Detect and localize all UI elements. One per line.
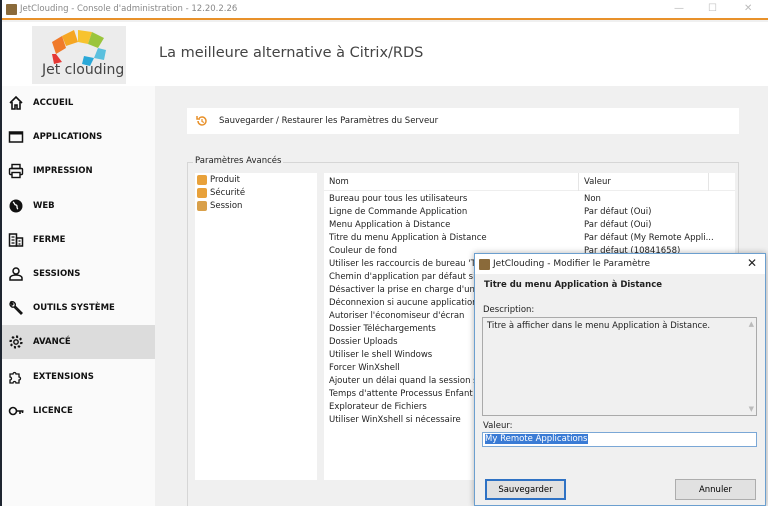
- home-icon: [9, 95, 23, 110]
- puzzle-icon: [9, 371, 22, 384]
- sidebar-item-impression[interactable]: IMPRESSION: [2, 154, 155, 188]
- building-icon: [8, 233, 24, 247]
- close-icon[interactable]: ✕: [747, 256, 757, 270]
- cancel-button[interactable]: Annuler: [675, 479, 756, 500]
- setting-value: Non: [584, 194, 601, 204]
- wrench-icon: [9, 300, 23, 316]
- column-header-value[interactable]: Valeur: [584, 177, 611, 187]
- save-restore-button[interactable]: Sauvegarder / Restaurer les Paramètres d…: [187, 108, 739, 134]
- table-row[interactable]: Bureau pour tous les utilisateurs Non: [324, 194, 735, 207]
- sidebar-item-extensions[interactable]: EXTENSIONS: [2, 360, 155, 394]
- app-icon: [479, 258, 490, 270]
- value-input[interactable]: My Remote Applications: [482, 432, 757, 447]
- setting-value: Par défaut (My Remote Appli...: [584, 233, 714, 243]
- logo: Jet clouding: [32, 26, 126, 84]
- sidebar-item-web[interactable]: WEB: [2, 189, 155, 223]
- sidebar-item-accueil[interactable]: ACCUEIL: [2, 86, 155, 120]
- gear-icon: [9, 335, 23, 349]
- scroll-down-icon[interactable]: ▼: [749, 405, 754, 413]
- title-bar: JetClouding - Console d'administration -…: [2, 0, 768, 20]
- sidebar-item-applications[interactable]: APPLICATIONS: [2, 120, 155, 154]
- restore-icon: [196, 116, 207, 126]
- tree-item-2[interactable]: Session: [195, 199, 317, 212]
- tagline: La meilleure alternative à Citrix/RDS: [159, 45, 424, 61]
- value-label: Valeur:: [483, 421, 513, 431]
- setting-name: Bureau pour tous les utilisateurs: [329, 194, 468, 204]
- sidebar-item-outils-systeme[interactable]: OUTILS SYSTÈME: [2, 291, 155, 325]
- maximize-button[interactable]: ☐: [708, 3, 717, 14]
- category-tree: Produit Sécurité Session: [195, 173, 317, 480]
- header: Jet clouding La meilleure alternative à …: [2, 22, 768, 86]
- dialog-title-bar: JetClouding - Modifier le Paramètre: [475, 254, 765, 274]
- list-header: Nom Valeur: [324, 173, 735, 191]
- column-header-name[interactable]: Nom: [329, 177, 349, 187]
- setting-value: Par défaut (Oui): [584, 220, 652, 230]
- app-icon: [6, 3, 17, 15]
- setting-value: Par défaut (Oui): [584, 207, 652, 217]
- category-icon: [197, 187, 207, 198]
- main-window: JetClouding - Console d'administration -…: [2, 0, 768, 506]
- close-window-button[interactable]: ✕: [744, 3, 752, 14]
- minimize-button[interactable]: —: [674, 3, 684, 14]
- tree-item-1[interactable]: Sécurité: [195, 186, 317, 199]
- category-icon: [197, 174, 207, 185]
- dialog-heading: Titre du menu Application à Distance: [484, 280, 663, 290]
- sidebar-item-licence[interactable]: LICENCE: [2, 394, 155, 428]
- window-title: JetClouding - Console d'administration -…: [20, 4, 238, 14]
- setting-name: Menu Application à Distance: [329, 220, 451, 230]
- sidebar-item-ferme[interactable]: FERME: [2, 223, 155, 257]
- save-button[interactable]: Sauvegarder: [485, 479, 566, 500]
- scroll-up-icon[interactable]: ▲: [749, 320, 754, 328]
- category-icon: [197, 200, 207, 211]
- tree-item-0[interactable]: Produit: [195, 173, 317, 186]
- sidebar: ACCUEIL APPLICATIONS IMPRESSION WEB FERME SES…: [2, 86, 155, 506]
- table-row[interactable]: Titre du menu Application à Distance Par …: [324, 233, 735, 246]
- group-label: Paramètres Avancés: [193, 156, 284, 166]
- key-icon: [8, 406, 24, 416]
- globe-icon: [9, 199, 23, 213]
- description-textarea[interactable]: Titre à afficher dans le menu Applicatio…: [482, 317, 757, 416]
- setting-name: Titre du menu Application à Distance: [329, 233, 487, 243]
- sidebar-item-sessions[interactable]: SESSIONS: [2, 257, 155, 291]
- edit-parameter-dialog: JetClouding - Modifier le Paramètre ✕ Ti…: [474, 253, 766, 506]
- printer-icon: [8, 164, 24, 179]
- table-row[interactable]: Menu Application à Distance Par défaut (O…: [324, 220, 735, 233]
- description-label: Description:: [483, 305, 535, 315]
- user-icon: [9, 267, 23, 281]
- setting-name: Ligne de Commande Application: [329, 207, 468, 217]
- window-icon: [8, 131, 24, 143]
- table-row[interactable]: Ligne de Commande Application Par défaut …: [324, 207, 735, 220]
- sidebar-item-avance[interactable]: AVANCÉ: [2, 325, 155, 360]
